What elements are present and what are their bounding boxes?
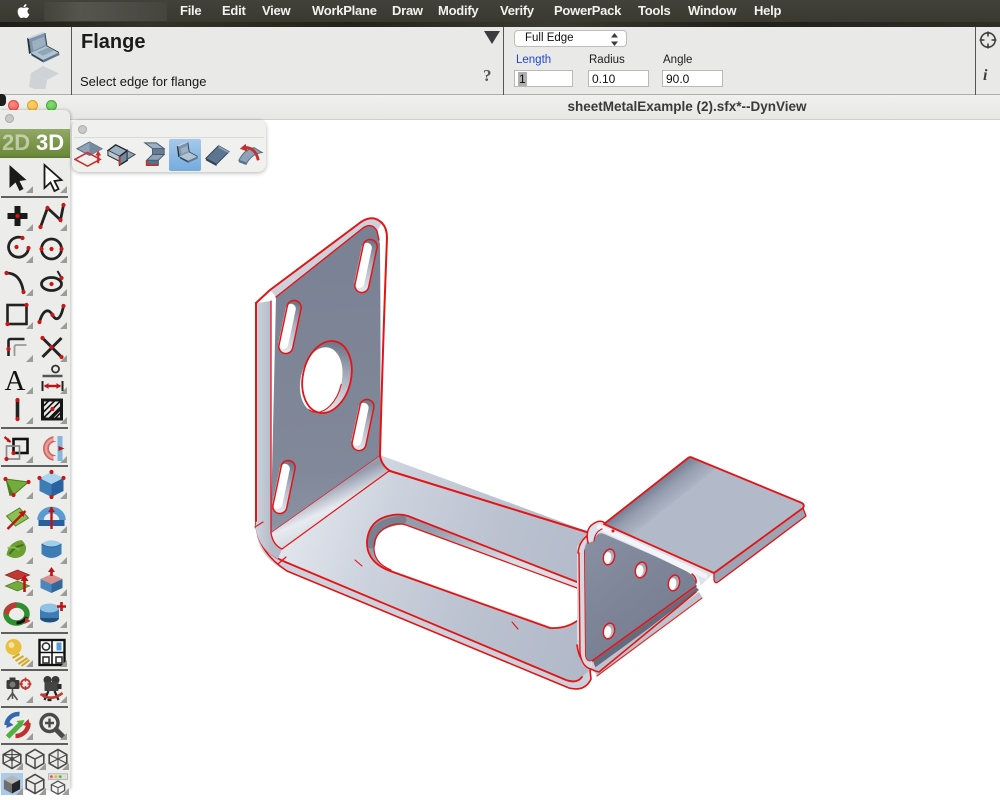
svg-text:A: A: [5, 365, 26, 394]
